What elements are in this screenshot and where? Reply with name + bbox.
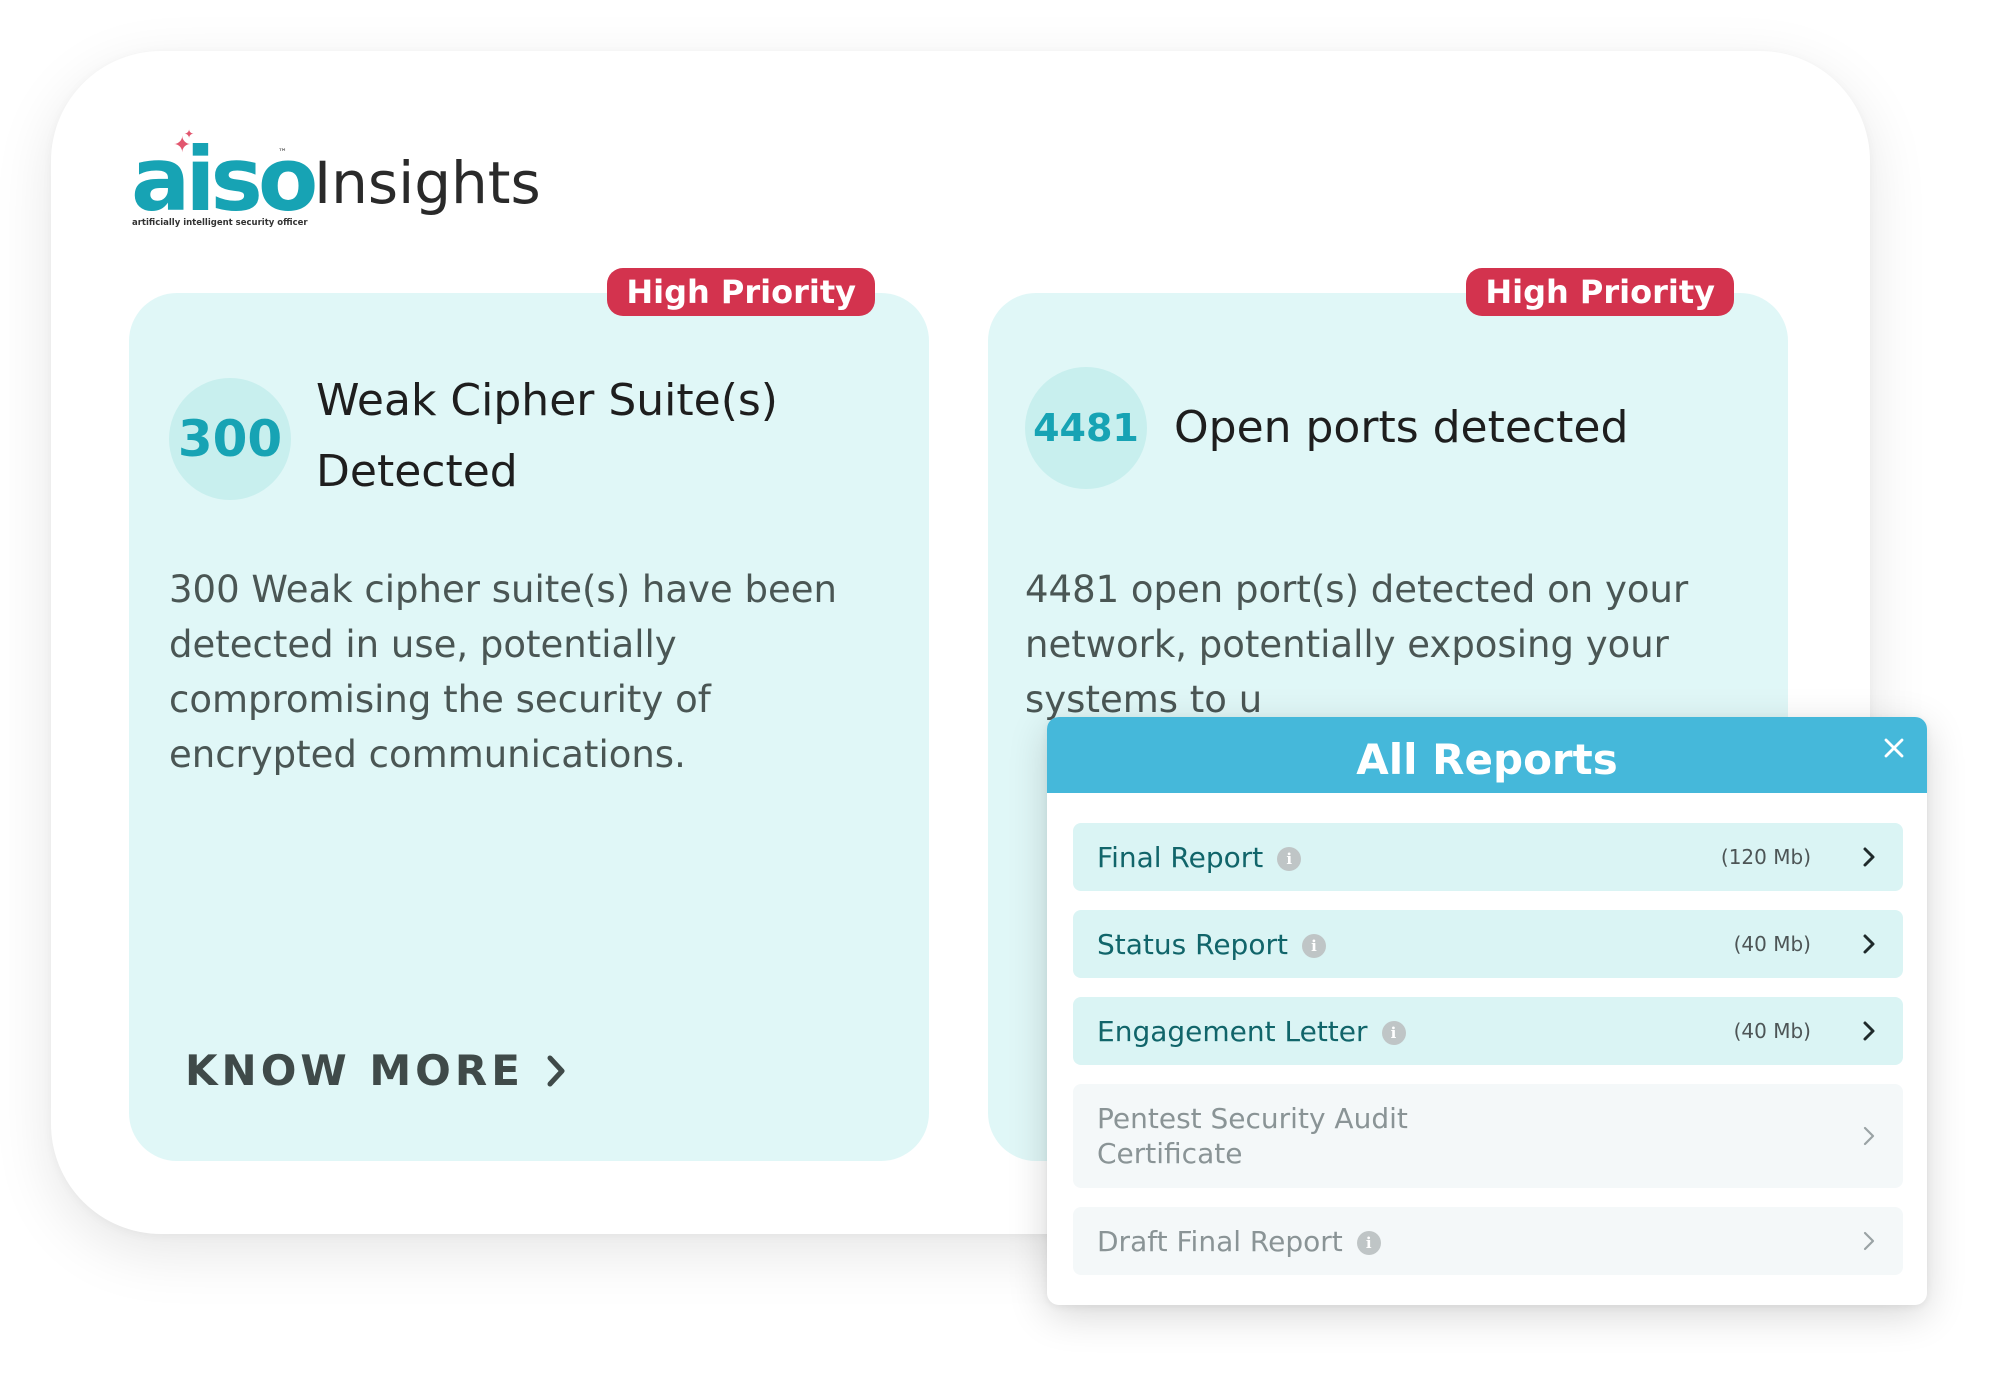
reports-title: All Reports — [1356, 735, 1618, 784]
insight-title: Weak Cipher Suite(s) Detected — [316, 375, 778, 497]
know-more-link[interactable]: KNOW MORE — [185, 1046, 566, 1095]
report-label: Engagement Letter i — [1097, 1014, 1406, 1049]
chevron-right-icon — [1863, 1126, 1875, 1146]
logo-trademark: ™ — [278, 148, 287, 158]
insight-count: 300 — [169, 378, 291, 500]
know-more-label: KNOW MORE — [185, 1046, 524, 1095]
all-reports-dialog: All Reports Final Report i (120 Mb) Statu… — [1047, 717, 1927, 1305]
report-size: (120 Mb) — [1720, 845, 1811, 869]
priority-badge: High Priority — [1466, 268, 1734, 316]
insight-count: 4481 — [1025, 367, 1147, 489]
insight-description: 4481 open port(s) detected on your netwo… — [1025, 568, 1689, 721]
insight-card-weak-cipher: High Priority 300 Weak Cipher Suite(s) D… — [129, 268, 929, 1161]
insight-description: 300 Weak cipher suite(s) have been detec… — [169, 568, 837, 776]
priority-badge: High Priority — [607, 268, 875, 316]
chevron-right-icon — [1863, 1021, 1875, 1041]
insight-title: Open ports detected — [1174, 402, 1629, 453]
info-icon[interactable]: i — [1381, 1020, 1406, 1045]
info-icon[interactable]: i — [1277, 846, 1302, 871]
chevron-right-icon — [1863, 1231, 1875, 1251]
chevron-right-icon — [547, 1055, 565, 1086]
report-row-draft-final-report[interactable]: Draft Final Report i — [1073, 1207, 1903, 1275]
chevron-right-icon — [1863, 934, 1875, 954]
reports-header: All Reports — [1047, 717, 1927, 793]
close-icon[interactable] — [1881, 735, 1907, 761]
report-row-final-report[interactable]: Final Report i (120 Mb) — [1073, 823, 1903, 891]
info-icon[interactable]: i — [1301, 933, 1326, 958]
chevron-right-icon — [1863, 847, 1875, 867]
report-row-engagement-letter[interactable]: Engagement Letter i (40 Mb) — [1073, 997, 1903, 1065]
page-title: Insights — [314, 149, 541, 217]
report-row-status-report[interactable]: Status Report i (40 Mb) — [1073, 910, 1903, 978]
report-row-pentest-certificate[interactable]: Pentest Security Audit Certificate — [1073, 1084, 1903, 1188]
report-size: (40 Mb) — [1733, 932, 1811, 956]
report-label: Pentest Security Audit Certificate — [1097, 1102, 1408, 1170]
report-label: Status Report i — [1097, 927, 1326, 962]
report-label: Draft Final Report i — [1097, 1224, 1381, 1259]
aiso-logo: aiso — [131, 128, 318, 231]
brand-header: ✦ ✦ aiso ™ artificially intelligent secu… — [131, 128, 551, 240]
info-icon[interactable]: i — [1356, 1230, 1381, 1255]
logo-tagline: artificially intelligent security office… — [132, 218, 308, 228]
report-size: (40 Mb) — [1733, 1019, 1811, 1043]
report-label: Final Report i — [1097, 840, 1302, 875]
